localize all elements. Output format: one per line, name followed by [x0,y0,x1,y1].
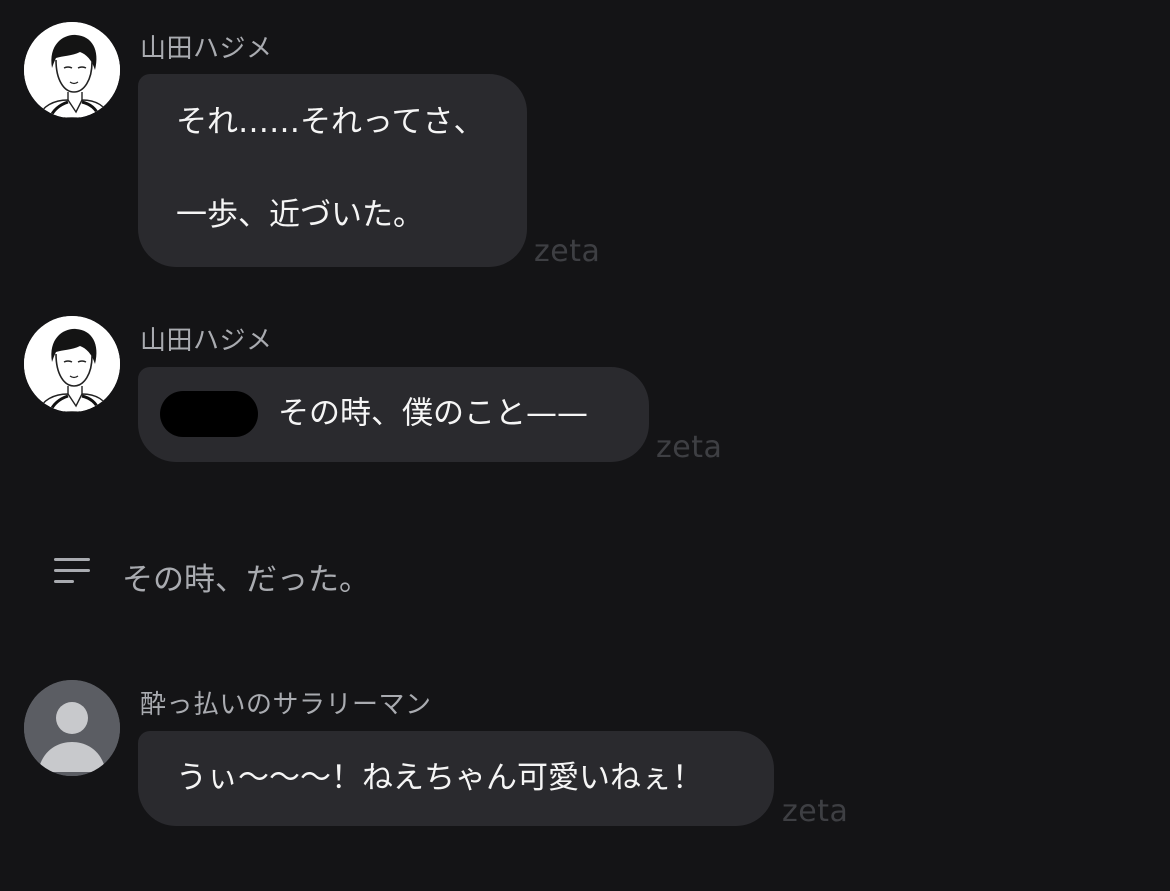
zeta-watermark: zeta [534,234,601,269]
narration-text: その時、だった。 [122,562,370,598]
character-avatar[interactable] [24,316,120,412]
message-bubble[interactable]: それ……それってさ、 一歩、近づいた。 [138,74,527,267]
character-avatar[interactable] [24,22,120,118]
sender-name: 酔っ払いのサラリーマン [140,690,432,720]
zeta-watermark: zeta [782,794,849,829]
sender-name: 山田ハジメ [140,34,273,64]
message-text: うぃ〜〜〜！ねえちゃん可愛いねぇ！ [176,760,703,796]
redaction-mark [160,391,258,437]
text-lines-icon [54,558,90,583]
user-avatar[interactable] [24,680,120,776]
illustrated-boy-avatar-icon [24,22,120,118]
message-line: 一歩、近づいた。 [176,197,424,233]
chat-message: 山田ハジメ その時、僕のこと—— zeta [0,300,1170,480]
message-bubble[interactable]: うぃ〜〜〜！ねえちゃん可愛いねぇ！ [138,731,774,826]
narration-row: その時、だった。 [0,548,1170,598]
chat-message: 酔っ払いのサラリーマン うぃ〜〜〜！ねえちゃん可愛いねぇ！ zeta [0,670,1170,850]
default-user-avatar-icon [24,680,120,776]
message-text: その時、僕のこと—— [278,395,588,432]
zeta-watermark: zeta [656,430,723,465]
illustrated-boy-avatar-icon [24,316,120,412]
sender-name: 山田ハジメ [140,326,273,356]
message-bubble[interactable]: その時、僕のこと—— [138,367,649,462]
message-line: それ……それってさ、 [176,104,485,140]
chat-message: 山田ハジメ それ……それってさ、 一歩、近づいた。 zeta [0,0,1170,280]
